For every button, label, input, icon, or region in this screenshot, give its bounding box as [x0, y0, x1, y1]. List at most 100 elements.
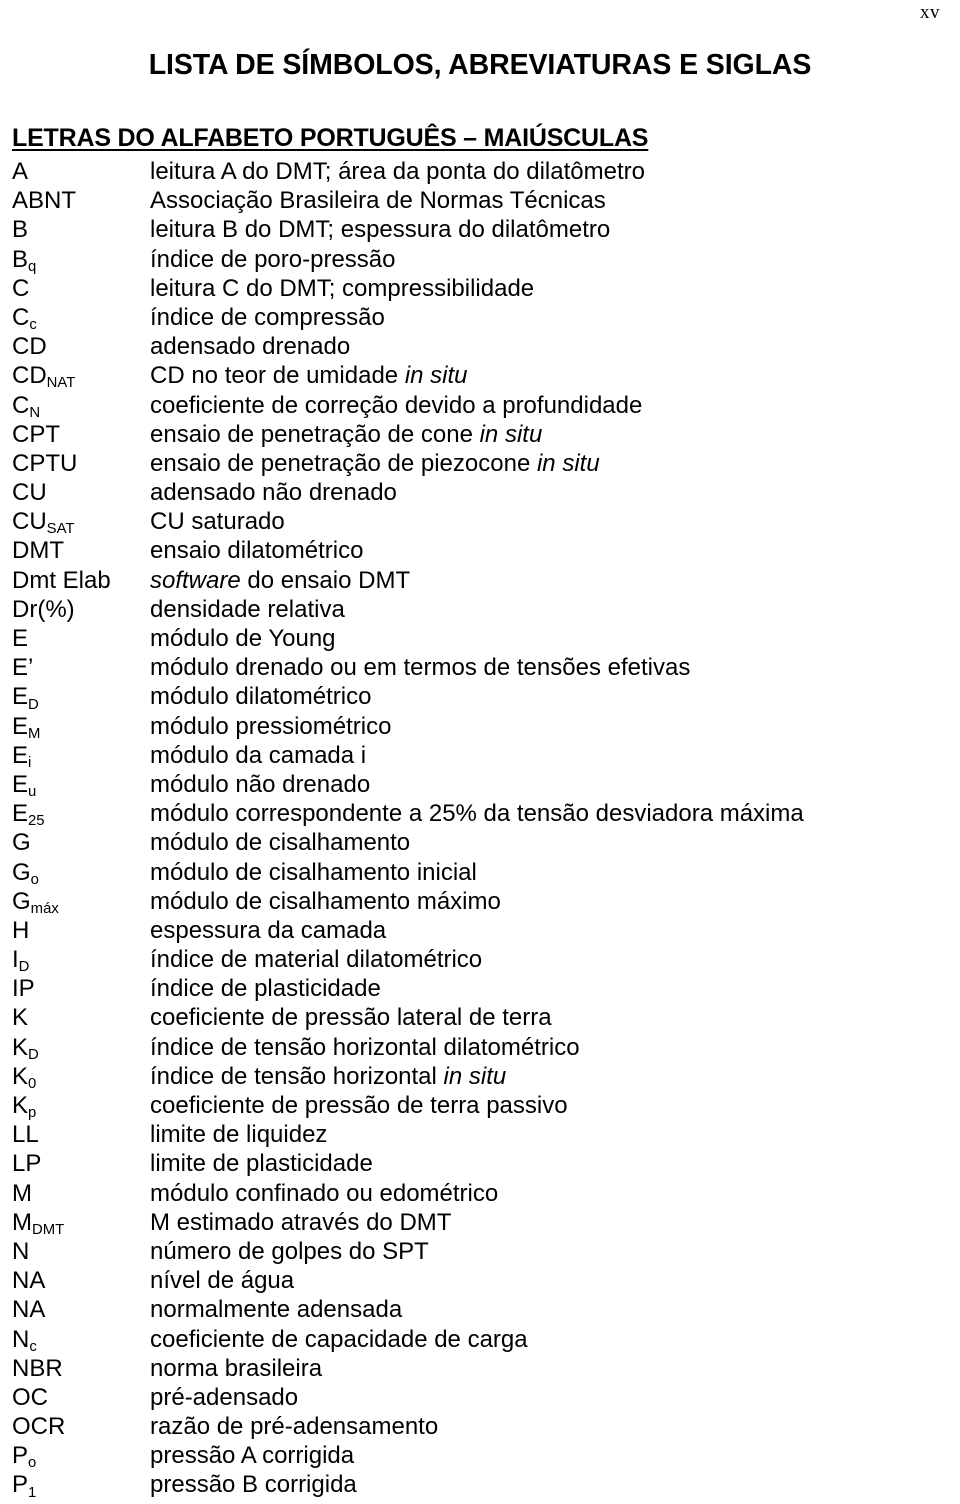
symbol-definition: CU saturado: [150, 508, 285, 536]
symbol-row: Cc índice de compressão: [0, 303, 960, 334]
symbol-term-subscript: q: [28, 258, 37, 275]
symbol-term: LL: [12, 1121, 39, 1149]
symbol-term: Dmt Elab: [12, 566, 111, 594]
symbol-definition: pré-adensado: [150, 1383, 299, 1411]
symbol-row: CUSAT CU saturado: [0, 507, 960, 538]
symbol-term-subscript: N: [29, 404, 41, 421]
symbol-term: OC: [12, 1383, 48, 1411]
symbol-term-subscript: D: [28, 696, 39, 713]
symbol-definition: módulo de cisalhamento máximo: [150, 887, 501, 915]
symbol-row: Dr(%) densidade relativa: [0, 595, 960, 624]
symbol-definition: Associação Brasileira de Normas Técnicas: [150, 187, 606, 215]
symbol-row: Po pressão A corrigida: [0, 1441, 960, 1471]
symbol-definition: M estimado através do DMT: [150, 1208, 452, 1236]
symbol-row: DMT ensaio dilatométrico: [0, 536, 960, 565]
symbol-term-subscript: 1: [28, 1484, 37, 1501]
symbol-definition: índice de material dilatométrico: [150, 946, 483, 974]
symbol-definition: leitura B do DMT; espessura do dilatômet…: [150, 216, 611, 244]
page-title: LISTA DE SÍMBOLOS, ABREVIATURAS E SIGLAS: [148, 49, 812, 81]
symbol-definition: módulo drenado ou em termos de tensões e…: [150, 654, 691, 682]
symbol-term: CPTU: [12, 449, 78, 477]
symbol-definition: densidade relativa: [150, 595, 345, 623]
symbol-definition: módulo confinado ou edométrico: [150, 1179, 499, 1207]
symbol-definition: CD no teor de umidade in situ: [150, 362, 468, 390]
symbol-term-subscript: c: [29, 317, 37, 334]
symbol-row: LL limite de liquidez: [0, 1120, 960, 1149]
symbol-definition: módulo dilatométrico: [150, 683, 372, 711]
symbol-term-subscript: NAT: [46, 375, 76, 392]
symbol-term: N: [12, 1237, 30, 1265]
symbol-term: NA: [12, 1267, 46, 1295]
symbol-definition: módulo de Young: [150, 625, 336, 652]
symbol-definition: ensaio de penetração de piezocone in sit…: [150, 449, 600, 477]
symbol-row: CU adensado não drenado: [0, 478, 960, 507]
symbol-definition: índice de poro-pressão: [150, 245, 396, 273]
symbol-definition: leitura C do DMT; compressibilidade: [150, 274, 535, 302]
symbol-term-subscript: D: [18, 959, 30, 976]
symbol-definition: índice de tensão horizontal dilatométric…: [150, 1033, 580, 1061]
symbol-term: ABNT: [12, 187, 77, 215]
page-number: xv: [920, 2, 940, 23]
symbol-row: Aleitura A do DMT; área da ponta do dila…: [0, 157, 960, 186]
symbol-definition: limite de plasticidade: [150, 1150, 373, 1178]
symbol-term-subscript: c: [29, 1338, 37, 1355]
symbol-term: CPT: [12, 420, 60, 448]
symbol-definition: coeficiente de correção devido a profund…: [150, 391, 643, 419]
symbol-row: Mmódulo confinado ou edométrico: [0, 1179, 960, 1208]
symbol-term: NA: [12, 1296, 46, 1324]
section-heading: LETRAS DO ALFABETO PORTUGUÊS – MAIÚSCULA…: [12, 124, 649, 152]
symbol-row: Bleitura B do DMT; espessura do dilatôme…: [0, 215, 960, 244]
symbol-term-subscript: máx: [30, 900, 59, 917]
symbol-term: H: [12, 916, 30, 944]
symbol-definition: nível de água: [150, 1267, 295, 1295]
symbol-term: IP: [12, 975, 35, 1003]
symbol-row: IP índice de plasticidade: [0, 974, 960, 1003]
symbol-definition: módulo de cisalhamento inicial: [150, 858, 477, 886]
symbol-definition: razão de pré-adensamento: [150, 1413, 439, 1441]
symbol-term: A: [12, 158, 29, 185]
symbol-definition: leitura A do DMT; área da ponta do dilat…: [150, 158, 645, 185]
symbol-definition: índice de tensão horizontal in situ: [150, 1062, 507, 1090]
symbol-row: NBR norma brasileira: [0, 1354, 960, 1383]
symbol-definition: adensado não drenado: [150, 479, 397, 507]
symbol-row: Kp coeficiente de pressão de terra passiv…: [0, 1091, 960, 1122]
symbol-term-subscript: 0: [28, 1075, 37, 1092]
symbol-term-subscript: SAT: [46, 521, 75, 538]
symbol-row: K0 índice de tensão horizontal in situ: [0, 1062, 960, 1092]
symbol-row: KD índice de tensão horizontal dilatométr…: [0, 1033, 960, 1063]
symbol-definition: módulo da camada i: [150, 741, 367, 769]
symbol-row: Eu módulo não drenado: [0, 770, 960, 801]
symbol-definition: software do ensaio DMT: [150, 566, 411, 594]
symbol-row: Cleitura C do DMT; compressibilidade: [0, 274, 960, 303]
symbol-definition: coeficiente de capacidade de carga: [150, 1325, 528, 1353]
symbol-row: OCR razão de pré-adensamento: [0, 1412, 960, 1441]
symbol-row: LP limite de plasticidade: [0, 1149, 960, 1178]
symbol-definition: normalmente adensada: [150, 1296, 403, 1324]
symbol-row: Emódulo de Young: [0, 624, 960, 653]
symbol-term: OCR: [12, 1413, 66, 1441]
symbol-row: Gmáx módulo de cisalhamento máximo: [0, 887, 960, 917]
symbol-definition: limite de liquidez: [150, 1121, 328, 1149]
symbol-term-subscript: 25: [28, 813, 45, 830]
symbol-term: M: [12, 1179, 32, 1207]
symbol-row: ABNT Associação Brasileira de Normas Técn…: [0, 186, 960, 215]
symbol-definition: ensaio dilatométrico: [150, 537, 364, 565]
symbol-definition: módulo pressiométrico: [150, 712, 392, 740]
symbol-term-subscript: u: [28, 784, 37, 801]
symbol-term: CD: [12, 333, 47, 361]
symbol-row: MDMT M estimado através do DMT: [0, 1208, 960, 1238]
symbol-definition: ensaio de penetração de cone in situ: [150, 420, 543, 448]
symbol-term: C: [12, 274, 30, 302]
symbol-term: NBR: [12, 1354, 63, 1382]
symbol-definition: número de golpes do SPT: [150, 1237, 429, 1265]
symbol-row: Dmt Elab software do ensaio DMT: [0, 566, 960, 595]
symbol-definition: adensado drenado: [150, 333, 351, 361]
symbol-term: E: [12, 625, 29, 652]
symbol-term: LP: [12, 1150, 42, 1178]
symbol-row: Nnúmero de golpes do SPT: [0, 1237, 960, 1266]
symbol-row: CDNAT CD no teor de umidade in situ: [0, 361, 960, 392]
symbol-term-subscript: p: [28, 1105, 37, 1122]
symbol-definition: módulo correspondente a 25% da tensão de…: [150, 800, 804, 828]
symbol-definition: módulo de cisalhamento: [150, 829, 411, 857]
symbol-definition: coeficiente de pressão de terra passivo: [150, 1092, 568, 1119]
